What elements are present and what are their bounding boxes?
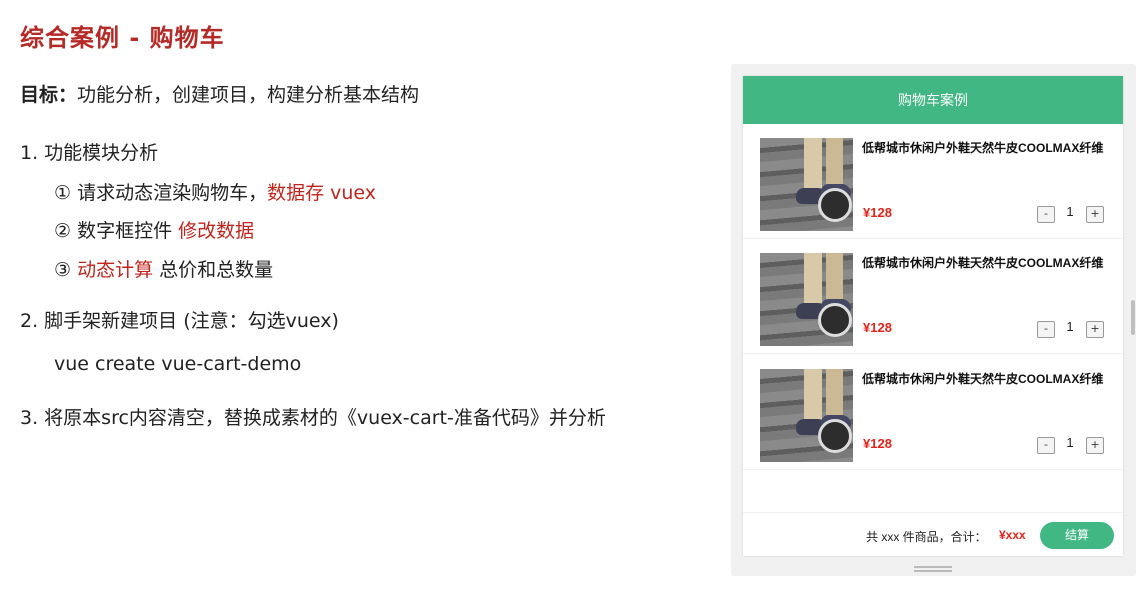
step-2: 2. 脚手架新建项目 (注意：勾选vuex) xyxy=(20,310,339,332)
checkout-button[interactable]: 结算 xyxy=(1040,522,1114,549)
step-1a-highlight: 数据存 vuex xyxy=(267,182,377,204)
product-image[interactable] xyxy=(760,253,853,346)
cart-item: 低帮城市休闲户外鞋天然牛皮COOLMAX纤维 ¥128 - 1 + xyxy=(743,124,1123,239)
resize-handle-icon[interactable] xyxy=(914,566,952,572)
decrease-button[interactable]: - xyxy=(1037,437,1055,454)
goal-line: 目标：功能分析，创建项目，构建分析基本结构 xyxy=(20,80,419,107)
cart-item: 低帮城市休闲户外鞋天然牛皮COOLMAX纤维 ¥128 - 1 + xyxy=(743,239,1123,354)
step-1a-text: ① 请求动态渲染购物车， xyxy=(54,182,268,204)
step-2-command: vue create vue-cart-demo xyxy=(54,353,302,375)
step-3: 3. 将原本src内容清空，替换成素材的《vuex-cart-准备代码》并分析 xyxy=(20,407,606,429)
cart-app: 购物车案例 低帮城市休闲户外鞋天然牛皮COOLMAX纤维 ¥128 - 1 + … xyxy=(743,76,1123,556)
product-price: ¥128 xyxy=(863,205,892,220)
step-1b-highlight: 修改数据 xyxy=(178,220,255,242)
cart-item: 低帮城市休闲户外鞋天然牛皮COOLMAX纤维 ¥128 - 1 + xyxy=(743,355,1123,470)
step-1a: ① 请求动态渲染购物车，数据存 vuex xyxy=(54,178,376,205)
product-image[interactable] xyxy=(760,369,853,462)
cart-total: ¥xxx xyxy=(999,528,1026,542)
cart-summary-text: 共 xxx 件商品，合计： xyxy=(866,530,987,544)
increase-button[interactable]: + xyxy=(1086,437,1104,454)
step-1c: ③ 动态计算 总价和总数量 xyxy=(54,255,273,282)
increase-button[interactable]: + xyxy=(1086,206,1104,223)
product-title: 低帮城市休闲户外鞋天然牛皮COOLMAX纤维 xyxy=(862,256,1104,270)
quantity-value: 1 xyxy=(1066,319,1074,334)
quantity-value: 1 xyxy=(1066,204,1074,219)
slide-title: 综合案例 - 购物车 xyxy=(20,24,225,52)
product-title: 低帮城市休闲户外鞋天然牛皮COOLMAX纤维 xyxy=(862,372,1104,386)
increase-button[interactable]: + xyxy=(1086,321,1104,338)
product-price: ¥128 xyxy=(863,436,892,451)
scrollbar-thumb[interactable] xyxy=(1131,300,1135,335)
product-title: 低帮城市休闲户外鞋天然牛皮COOLMAX纤维 xyxy=(862,141,1104,155)
step-1c-highlight: 动态计算 xyxy=(77,259,154,281)
product-price: ¥128 xyxy=(863,320,892,335)
product-image[interactable] xyxy=(760,138,853,231)
cart-footer: 共 xxx 件商品，合计： ¥xxx 结算 xyxy=(743,512,1123,556)
decrease-button[interactable]: - xyxy=(1037,321,1055,338)
decrease-button[interactable]: - xyxy=(1037,206,1055,223)
goal-label: 目标： xyxy=(20,84,78,106)
step-1: 1. 功能模块分析 xyxy=(20,142,159,164)
goal-text: 功能分析，创建项目，构建分析基本结构 xyxy=(77,84,420,106)
step-1b: ② 数字框控件 修改数据 xyxy=(54,216,254,243)
step-1b-text: ② 数字框控件 xyxy=(54,220,179,242)
cart-header: 购物车案例 xyxy=(743,76,1123,124)
step-1c-prefix: ③ xyxy=(54,259,78,281)
step-1c-text: 总价和总数量 xyxy=(153,259,274,281)
quantity-value: 1 xyxy=(1066,435,1074,450)
